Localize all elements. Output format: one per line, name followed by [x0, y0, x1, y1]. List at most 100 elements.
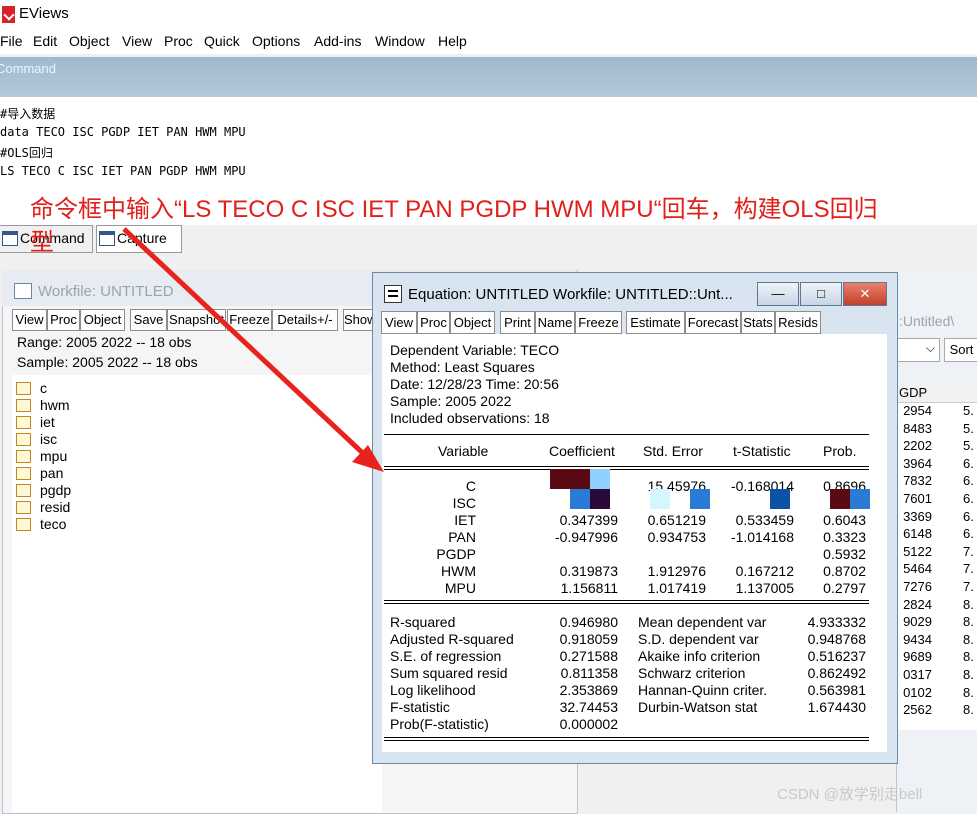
mosaic-block — [550, 469, 590, 489]
eq-name-button[interactable]: Name — [535, 311, 575, 334]
grid-cell[interactable]: 0317 — [898, 667, 932, 682]
grid-cell[interactable]: 3369 — [898, 509, 932, 524]
stat-label: Adjusted R-squared — [390, 631, 514, 647]
variable-cell: HWM — [441, 563, 476, 579]
grid-cell[interactable]: 3964 — [898, 456, 932, 471]
grid-cell[interactable]: 6. — [963, 473, 974, 488]
menu-object[interactable]: Object — [69, 33, 109, 49]
mosaic-block — [770, 489, 790, 509]
menu-help[interactable]: Help — [438, 33, 467, 49]
grid-cell[interactable]: 7. — [963, 561, 974, 576]
stat-label: Akaike info criterion — [638, 648, 761, 664]
grid-cell[interactable]: 2562 — [898, 702, 932, 717]
grid-cell[interactable]: 8483 — [898, 421, 932, 436]
eq-resids-button[interactable]: Resids — [775, 311, 821, 334]
eq-stats-button[interactable]: Stats — [741, 311, 775, 334]
stat-label: Sum squared resid — [390, 665, 508, 681]
sort-button[interactable]: Sort — [944, 338, 977, 362]
grid-cell[interactable]: 6. — [963, 456, 974, 471]
wf-snapshot-button[interactable]: Snapshot — [167, 309, 226, 331]
grid-cell[interactable]: 6148 — [898, 526, 932, 541]
estimation-method: Method: Least Squares — [390, 359, 535, 375]
app-title: EViews — [19, 5, 69, 22]
eq-object-button[interactable]: Object — [450, 311, 495, 334]
grid-cell[interactable]: 5. — [963, 421, 974, 436]
series-icon — [16, 467, 31, 480]
series-icon — [16, 399, 31, 412]
object-label: isc — [40, 431, 58, 447]
grid-cell[interactable]: 7. — [963, 544, 974, 559]
grid-cell[interactable]: 8. — [963, 632, 974, 647]
eq-proc-button[interactable]: Proc — [417, 311, 450, 334]
table-rule — [384, 466, 869, 467]
grid-cell[interactable]: 5. — [963, 438, 974, 453]
grid-cell[interactable]: 5122 — [898, 544, 932, 559]
menu-file[interactable]: File — [0, 33, 23, 49]
command-line: #导入数据 — [0, 107, 56, 121]
grid-cell[interactable]: 7276 — [898, 579, 932, 594]
grid-cell[interactable]: 8. — [963, 702, 974, 717]
grid-cell[interactable]: 7601 — [898, 491, 932, 506]
grid-cell[interactable]: 8. — [963, 614, 974, 629]
eq-freeze-button[interactable]: Freeze — [575, 311, 622, 334]
grid-cell[interactable]: 7832 — [898, 473, 932, 488]
grid-cell[interactable]: 0102 — [898, 685, 932, 700]
grid-cell[interactable]: 5. — [963, 403, 974, 418]
coefficient-cell: 1.156811 — [560, 580, 618, 596]
menu-edit[interactable]: Edit — [33, 33, 57, 49]
maximize-button[interactable]: □ — [800, 282, 842, 306]
grid-cell[interactable]: 8. — [963, 667, 974, 682]
minimize-button[interactable]: — — [757, 282, 799, 306]
grid-cell[interactable]: 6. — [963, 509, 974, 524]
grid-cell[interactable]: 5464 — [898, 561, 932, 576]
wf-freeze-button[interactable]: Freeze — [227, 309, 272, 331]
table-rule — [384, 603, 869, 604]
eq-estimate-button[interactable]: Estimate — [626, 311, 685, 334]
tab-capture[interactable]: Capture — [96, 225, 182, 253]
equation-title: Equation: UNTITLED Workfile: UNTITLED::U… — [408, 286, 733, 303]
wf-object-button[interactable]: Object — [80, 309, 125, 331]
grid-cell[interactable]: 6. — [963, 491, 974, 506]
close-button[interactable]: ✕ — [843, 282, 887, 306]
wf-view-button[interactable]: View — [12, 309, 47, 331]
variable-cell: PAN — [448, 529, 476, 545]
grid-cell[interactable]: 8. — [963, 649, 974, 664]
grid-cell[interactable]: 9029 — [898, 614, 932, 629]
grid-cell[interactable]: 8. — [963, 685, 974, 700]
object-label: iet — [40, 414, 55, 430]
stat-value: 0.946980 — [559, 614, 618, 630]
menu-view[interactable]: View — [122, 33, 152, 49]
grid-cell[interactable]: 2202 — [898, 438, 932, 453]
std-error-cell: 0.934753 — [647, 529, 706, 545]
wf-save-button[interactable]: Save — [130, 309, 167, 331]
menu-options[interactable]: Options — [252, 33, 300, 49]
grid-header: GDP — [896, 384, 977, 403]
grid-cell[interactable]: 9434 — [898, 632, 932, 647]
column-header-prob: Prob. — [823, 443, 857, 459]
series-icon — [16, 450, 31, 463]
grid-cell[interactable]: 9689 — [898, 649, 932, 664]
eq-forecast-button[interactable]: Forecast — [685, 311, 741, 334]
eq-print-button[interactable]: Print — [500, 311, 535, 334]
series-dropdown[interactable]: ⌵ — [896, 338, 940, 362]
variable-cell: ISC — [452, 495, 476, 511]
grid-cell[interactable]: 2824 — [898, 597, 932, 612]
std-error-cell: 0.651219 — [647, 512, 706, 528]
menu-addins[interactable]: Add-ins — [314, 33, 361, 49]
command-line: #OLS回归 — [0, 146, 53, 160]
wf-details-button[interactable]: Details+/- — [272, 309, 338, 331]
menu-window[interactable]: Window — [375, 33, 425, 49]
mosaic-block — [570, 489, 590, 509]
grid-cell[interactable]: 2954 — [898, 403, 932, 418]
wf-proc-button[interactable]: Proc — [47, 309, 80, 331]
menu-bar: File Edit Object View Proc Quick Options… — [0, 30, 977, 54]
workfile-title: Workfile: UNTITLED — [38, 283, 174, 300]
grid-cell[interactable]: 8. — [963, 597, 974, 612]
stat-value: 0.271588 — [559, 648, 618, 664]
eq-view-button[interactable]: View — [381, 311, 417, 334]
grid-cell[interactable]: 6. — [963, 526, 974, 541]
t-statistic-cell: 0.533459 — [735, 512, 794, 528]
menu-proc[interactable]: Proc — [164, 33, 193, 49]
menu-quick[interactable]: Quick — [204, 33, 240, 49]
grid-cell[interactable]: 7. — [963, 579, 974, 594]
